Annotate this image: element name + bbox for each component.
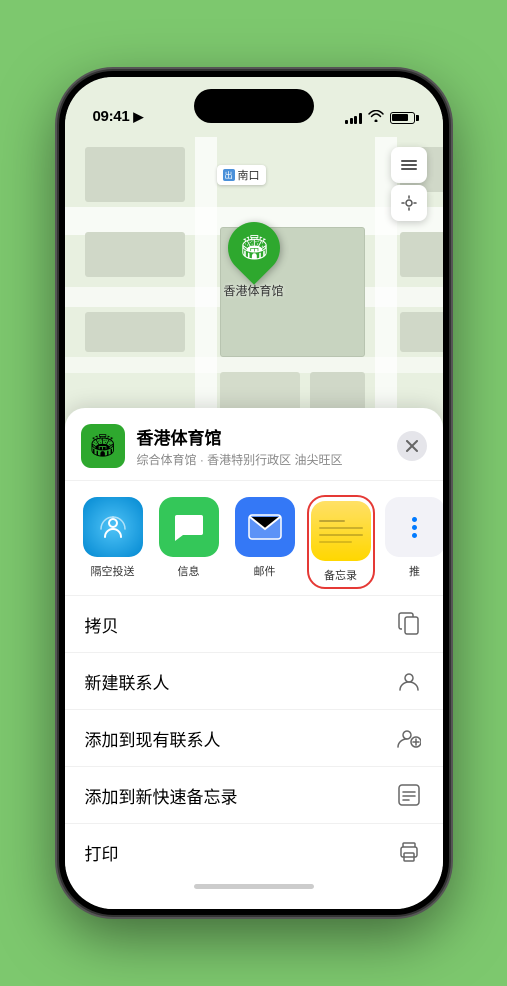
status-icons: [345, 110, 415, 125]
more-icon: [385, 497, 443, 557]
share-airdrop-item[interactable]: 隔空投送: [81, 497, 145, 587]
share-mail-item[interactable]: 邮件: [233, 497, 297, 587]
new-contact-icon: [395, 667, 423, 695]
dot-3: [412, 533, 417, 538]
map-entrance-label: 出 南口: [217, 165, 266, 185]
building-block-8: [400, 232, 443, 277]
more-dots: [412, 517, 417, 538]
print-action-label: 打印: [85, 840, 119, 865]
building-block-4: [400, 312, 443, 352]
action-list: 拷贝 新建联系人: [65, 596, 443, 880]
copy-action-label: 拷贝: [85, 612, 119, 637]
notes-content: [311, 501, 371, 561]
location-arrow-icon: ▶: [133, 109, 143, 125]
new-contact-action-row[interactable]: 新建联系人: [65, 653, 443, 710]
messages-icon: [159, 497, 219, 557]
share-apps-row: 隔空投送 信息: [65, 481, 443, 596]
status-time: 09:41: [93, 108, 130, 125]
mail-icon: [235, 497, 295, 557]
dot-1: [412, 517, 417, 522]
notes-icon: [311, 501, 371, 561]
home-indicator-area: [65, 884, 443, 889]
add-contact-action-label: 添加到现有联系人: [85, 726, 221, 751]
share-more-item[interactable]: 推: [385, 497, 443, 587]
pin-body: 🏟: [217, 211, 291, 285]
dynamic-island: [194, 89, 314, 123]
signal-bars-icon: [345, 112, 362, 124]
building-block-1: [85, 147, 185, 202]
airdrop-icon: [83, 497, 143, 557]
stadium-icon: 🏟: [238, 234, 268, 263]
close-button[interactable]: [397, 431, 427, 461]
notes-line-4: [319, 541, 352, 543]
mail-label: 邮件: [254, 563, 276, 579]
add-note-action-label: 添加到新快速备忘录: [85, 783, 238, 808]
more-label: 推: [409, 563, 420, 579]
add-contact-action-row[interactable]: 添加到现有联系人: [65, 710, 443, 767]
building-block-7: [85, 232, 185, 277]
map-controls: [391, 147, 427, 221]
battery-icon: [390, 112, 415, 124]
phone-screen: 09:41 ▶: [65, 77, 443, 909]
building-block-3: [85, 312, 185, 352]
notes-label: 备忘录: [324, 567, 357, 583]
share-notes-item[interactable]: 备忘录: [309, 497, 373, 587]
messages-label: 信息: [178, 563, 200, 579]
location-button[interactable]: [391, 185, 427, 221]
home-indicator: [194, 884, 314, 889]
share-messages-item[interactable]: 信息: [157, 497, 221, 587]
venue-info: 香港体育馆 综合体育馆 · 香港特别行政区 油尖旺区: [137, 424, 397, 468]
print-icon: [395, 838, 423, 866]
print-action-row[interactable]: 打印: [65, 824, 443, 880]
notes-line-1: [319, 520, 345, 522]
airdrop-label: 隔空投送: [91, 563, 135, 579]
add-contact-icon: [395, 724, 423, 752]
map-layers-button[interactable]: [391, 147, 427, 183]
entrance-label-text: 南口: [238, 167, 260, 183]
bottom-sheet: 🏟 香港体育馆 综合体育馆 · 香港特别行政区 油尖旺区: [65, 408, 443, 909]
add-note-icon: [395, 781, 423, 809]
entrance-icon: 出: [223, 169, 235, 181]
add-note-action-row[interactable]: 添加到新快速备忘录: [65, 767, 443, 824]
copy-icon: [395, 610, 423, 638]
location-pin: 🏟 香港体育馆: [223, 222, 283, 299]
sheet-header: 🏟 香港体育馆 综合体育馆 · 香港特别行政区 油尖旺区: [65, 408, 443, 481]
notes-line-3: [319, 534, 363, 536]
copy-action-row[interactable]: 拷贝: [65, 596, 443, 653]
phone-frame: 09:41 ▶: [59, 71, 449, 915]
wifi-icon: [368, 110, 384, 125]
venue-icon: 🏟: [81, 424, 125, 468]
new-contact-action-label: 新建联系人: [85, 669, 170, 694]
notes-line-2: [319, 527, 363, 529]
dot-2: [412, 525, 417, 530]
venue-title: 香港体育馆: [137, 424, 397, 449]
venue-subtitle: 综合体育馆 · 香港特别行政区 油尖旺区: [137, 451, 397, 468]
